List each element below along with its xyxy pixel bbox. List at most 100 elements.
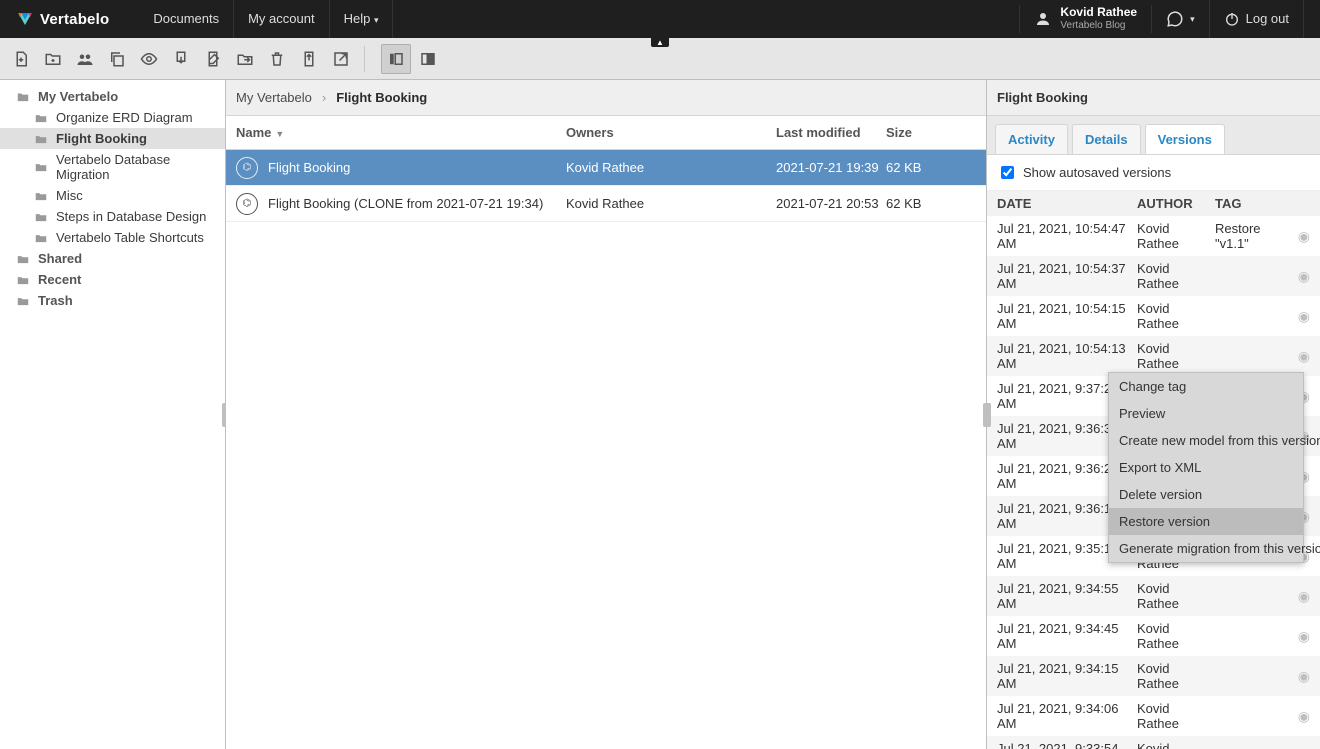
col-size[interactable]: Size [886,125,976,140]
version-actions-icon[interactable]: ◉ [1288,308,1310,325]
folder-icon [16,273,30,287]
version-row[interactable]: Jul 21, 2021, 9:37:22 AMKovid Rathee◉Cha… [987,376,1320,416]
chevron-down-icon: ▾ [374,15,379,25]
version-actions-icon[interactable]: ◉ [1288,628,1310,645]
folder-icon [34,210,48,224]
show-autosaved-checkbox[interactable] [1001,166,1014,179]
table-row[interactable]: ⌬ Flight Booking Kovid Rathee2021-07-21 19… [226,150,986,186]
row-name: Flight Booking (CLONE from 2021-07-21 19… [268,196,543,211]
nav-my-account[interactable]: My account [234,0,329,38]
edit-button[interactable] [198,44,228,74]
row-owner: Kovid Rathee [566,160,776,175]
nav-documents[interactable]: Documents [139,0,234,38]
sidebar-root-shared[interactable]: Shared [0,248,225,269]
user-menu[interactable]: Kovid Rathee Vertabelo Blog [1019,5,1152,33]
new-document-button[interactable] [6,44,36,74]
version-row[interactable]: Jul 21, 2021, 10:54:37 AMKovid Rathee ◉ [987,256,1320,296]
version-row[interactable]: Jul 21, 2021, 9:34:55 AMKovid Rathee◉ [987,576,1320,616]
version-author: Kovid Rathee [1137,621,1215,651]
sidebar-item[interactable]: Organize ERD Diagram [0,107,225,128]
details-title: Flight Booking [987,80,1320,116]
sidebar-item-label: Flight Booking [56,131,147,146]
context-menu-item[interactable]: Generate migration from this version [1109,535,1303,562]
version-tag: Restore "v1.1" [1215,221,1288,251]
copy-button[interactable] [102,44,132,74]
sidebar-root-trash[interactable]: Trash [0,290,225,311]
col-owners[interactable]: Owners [566,125,776,140]
version-actions-icon[interactable]: ◉ [1288,348,1310,365]
row-size: 62 KB [886,196,976,211]
row-modified: 2021-07-21 19:39 [776,160,886,175]
context-menu-item[interactable]: Delete version [1109,481,1303,508]
version-row[interactable]: Jul 21, 2021, 10:54:47 AMKovid RatheeRes… [987,216,1320,256]
version-date: Jul 21, 2021, 10:54:15 AM [997,301,1137,331]
brand: Vertabelo [40,11,109,28]
version-row[interactable]: Jul 21, 2021, 9:33:54 AMKovid Rathee◉ [987,736,1320,749]
share-button[interactable] [70,44,100,74]
tab-versions[interactable]: Versions [1145,124,1225,154]
version-row[interactable]: Jul 21, 2021, 9:34:15 AMKovid Rathee◉ [987,656,1320,696]
version-row[interactable]: Jul 21, 2021, 9:34:45 AMKovid Rathee ◉ [987,616,1320,656]
versions-list: DATE AUTHOR TAG Jul 21, 2021, 10:54:47 A… [987,191,1320,749]
tab-details[interactable]: Details [1072,124,1141,154]
col-name[interactable]: Name▼ [236,125,566,140]
sidebar-item[interactable]: Vertabelo Table Shortcuts [0,227,225,248]
version-row[interactable]: Jul 21, 2021, 9:34:06 AMKovid Rathee◉ [987,696,1320,736]
version-row[interactable]: Jul 21, 2021, 10:54:15 AMKovid Rathee◉ [987,296,1320,336]
show-autosaved-label: Show autosaved versions [1023,165,1171,180]
download-button[interactable] [166,44,196,74]
context-menu-item[interactable]: Restore version [1109,508,1303,535]
col-modified[interactable]: Last modified [776,125,886,140]
folder-icon [34,160,48,174]
context-menu-item[interactable]: Export to XML [1109,454,1303,481]
folder-icon [34,132,48,146]
details-tabs: Activity Details Versions [987,116,1320,154]
version-date: Jul 21, 2021, 10:54:47 AM [997,221,1137,251]
versions-header: DATE AUTHOR TAG [987,191,1320,216]
version-actions-icon[interactable]: ◉ [1288,668,1310,685]
logout-button[interactable]: Log out [1210,0,1304,38]
breadcrumb-root[interactable]: My Vertabelo [236,90,312,105]
details-panel: Flight Booking Activity Details Versions… [987,80,1320,749]
import-button[interactable] [294,44,324,74]
folder-icon [16,252,30,266]
version-date: Jul 21, 2021, 9:34:45 AM [997,621,1137,651]
version-actions-icon[interactable]: ◉ [1288,588,1310,605]
new-folder-button[interactable] [38,44,68,74]
version-row[interactable]: Jul 21, 2021, 10:54:13 AMKovid Rathee◉ [987,336,1320,376]
open-external-button[interactable] [326,44,356,74]
context-menu-item[interactable]: Preview [1109,400,1303,427]
notifications-button[interactable]: ▾ [1152,0,1210,38]
view-grid-button[interactable] [413,44,443,74]
preview-button[interactable] [134,44,164,74]
version-actions-icon[interactable]: ◉ [1288,708,1310,725]
version-author: Kovid Rathee [1137,261,1215,291]
sidebar-root-recent[interactable]: Recent [0,269,225,290]
sidebar-item[interactable]: Vertabelo Database Migration [0,149,225,185]
context-menu-item[interactable]: Create new model from this version [1109,427,1303,454]
version-author: Kovid Rathee [1137,221,1215,251]
folder-open-icon [16,90,30,104]
sidebar-item[interactable]: Misc [0,185,225,206]
row-name: Flight Booking [268,160,350,175]
folder-icon [34,231,48,245]
sidebar-item[interactable]: Flight Booking [0,128,225,149]
nav-help[interactable]: Help ▾ [330,0,394,39]
move-button[interactable] [230,44,260,74]
version-date: Jul 21, 2021, 10:54:37 AM [997,261,1137,291]
version-actions-icon[interactable]: ◉ [1288,268,1310,285]
tab-activity[interactable]: Activity [995,124,1068,154]
table-row[interactable]: ⌬Flight Booking (CLONE from 2021-07-21 1… [226,186,986,222]
view-list-button[interactable] [381,44,411,74]
folder-icon [34,189,48,203]
version-actions-icon[interactable]: ◉ [1288,228,1310,245]
sidebar-root-mydocs[interactable]: My Vertabelo [0,86,225,107]
model-icon: ⌬ [236,157,258,179]
sidebar-item[interactable]: Steps in Database Design [0,206,225,227]
context-menu-item[interactable]: Change tag [1109,373,1303,400]
version-context-menu: Change tagPreviewCreate new model from t… [1108,372,1304,563]
logo-icon [16,10,34,28]
collapse-toolbar-icon[interactable]: ▲ [651,37,669,47]
version-author: Kovid Rathee [1137,341,1215,371]
delete-button[interactable] [262,44,292,74]
